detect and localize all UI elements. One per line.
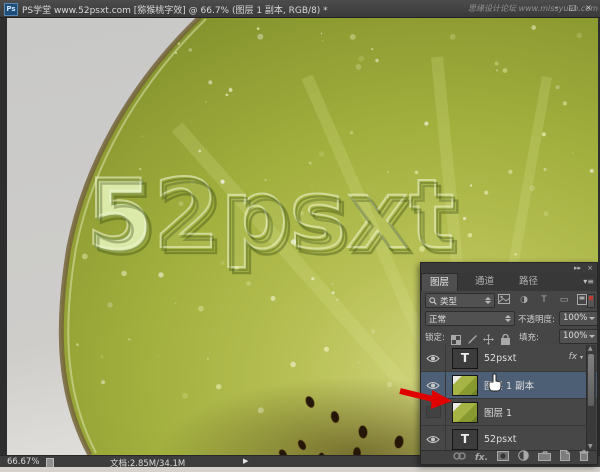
layer-effects-badge[interactable]: fx ▾ xyxy=(569,352,583,362)
photoshop-app-icon: Ps xyxy=(4,3,18,16)
blend-mode-row: 正常 不透明度: 100% xyxy=(421,309,597,327)
layers-panel: ▸▸ × 图层 通道 路径 ▾≡ 类型 ◑ T ▭ xyxy=(420,262,598,465)
text-layer-thumbnail[interactable]: T xyxy=(452,348,478,369)
tab-layers[interactable]: 图层 xyxy=(421,273,458,292)
eye-icon xyxy=(426,435,440,444)
minimize-button[interactable]: – xyxy=(549,3,564,14)
scroll-up-icon[interactable]: ▲ xyxy=(588,345,593,352)
adjustment-layer-icon[interactable] xyxy=(518,450,529,465)
status-options-arrow[interactable]: ▶ xyxy=(243,457,248,465)
filter-type-dropdown[interactable]: 类型 xyxy=(425,293,495,308)
red-annotation-arrow xyxy=(398,386,454,412)
delete-layer-icon[interactable] xyxy=(579,450,589,465)
layer-list-scrollbar[interactable]: ▲ ▼ xyxy=(586,345,596,450)
restore-button[interactable]: □ xyxy=(565,3,580,14)
scroll-down-icon[interactable]: ▼ xyxy=(588,443,593,450)
photoshop-window: Ps PS学堂 www.52psxt.com [猕猴桃字效] @ 66.7% (… xyxy=(0,0,600,472)
filter-shape-layers-icon[interactable]: ▭ xyxy=(557,294,571,306)
filter-pixel-layers-icon[interactable] xyxy=(497,294,511,306)
panel-menu-icon[interactable]: ▾≡ xyxy=(583,277,594,286)
tab-paths[interactable]: 路径 xyxy=(511,273,546,291)
window-title: PS学堂 www.52psxt.com [猕猴桃字效] @ 66.7% (图层 … xyxy=(22,3,328,16)
layer-filter-row: 类型 ◑ T ▭ xyxy=(421,291,597,309)
eye-icon xyxy=(426,354,440,363)
layer-row-52psxt-bottom[interactable]: T 52psxt xyxy=(421,426,597,450)
dropdown-arrows-icon xyxy=(485,297,491,304)
layer-row-52psxt-top[interactable]: T 52psxt fx ▾ xyxy=(421,345,597,372)
image-layer-thumbnail[interactable] xyxy=(452,375,478,396)
hand-cursor-icon xyxy=(487,373,503,392)
filter-type-label: 类型 xyxy=(440,295,457,307)
search-icon xyxy=(429,297,437,305)
link-layers-icon[interactable] xyxy=(453,452,466,464)
layer-name[interactable]: 52psxt xyxy=(484,353,516,364)
add-mask-icon[interactable] xyxy=(497,451,509,465)
lock-row: 锁定: 填充: 100% xyxy=(421,327,597,345)
new-group-icon[interactable] xyxy=(538,451,551,465)
title-bar: Ps PS学堂 www.52psxt.com [猕猴桃字效] @ 66.7% (… xyxy=(0,0,600,18)
layer-name[interactable]: 52psxt xyxy=(484,434,516,445)
panel-header[interactable]: ▸▸ × xyxy=(421,263,597,273)
panel-tab-bar: 图层 通道 路径 ▾≡ xyxy=(421,273,597,292)
tab-channels[interactable]: 通道 xyxy=(467,273,502,291)
panel-bottom-toolbar: fx. xyxy=(421,450,597,464)
window-bottom-frame xyxy=(0,467,600,472)
opacity-value: 100% xyxy=(563,313,587,323)
opacity-label: 不透明度: xyxy=(518,313,555,325)
svg-text:52psxt: 52psxt xyxy=(88,163,457,273)
image-layer-thumbnail[interactable] xyxy=(452,402,478,423)
new-layer-icon[interactable] xyxy=(560,450,570,465)
blend-mode-value: 正常 xyxy=(429,313,446,325)
close-button[interactable]: × xyxy=(581,3,596,14)
fill-label: 填充: xyxy=(519,331,539,343)
filter-adjustment-layers-icon[interactable]: ◑ xyxy=(517,294,531,306)
close-panel-icon[interactable]: × xyxy=(587,263,593,273)
visibility-toggle[interactable] xyxy=(421,426,446,450)
layer-name[interactable]: 图层 1 xyxy=(484,405,512,419)
window-left-edge xyxy=(0,17,7,466)
zoom-level-field[interactable]: 66.67% xyxy=(7,457,39,467)
layer-style-icon[interactable]: fx. xyxy=(475,452,488,464)
visibility-toggle[interactable] xyxy=(421,345,446,371)
text-layer-thumbnail[interactable]: T xyxy=(452,429,478,450)
collapse-panel-icon[interactable]: ▸▸ xyxy=(574,263,581,273)
blend-mode-select[interactable]: 正常 xyxy=(425,311,515,326)
opacity-value-box[interactable]: 100% xyxy=(559,311,598,326)
lock-label: 锁定: xyxy=(425,331,445,343)
dropdown-arrows-icon xyxy=(505,315,511,322)
embossed-text-effect: 5 52psxt 52psxt 52psxt xyxy=(86,160,460,276)
filter-type-layers-icon[interactable]: T xyxy=(537,294,551,306)
fill-value: 100% xyxy=(563,331,587,341)
scrollbar-thumb[interactable] xyxy=(588,354,594,406)
fill-value-box[interactable]: 100% xyxy=(559,329,598,344)
filter-toggle-switch[interactable] xyxy=(587,294,595,308)
